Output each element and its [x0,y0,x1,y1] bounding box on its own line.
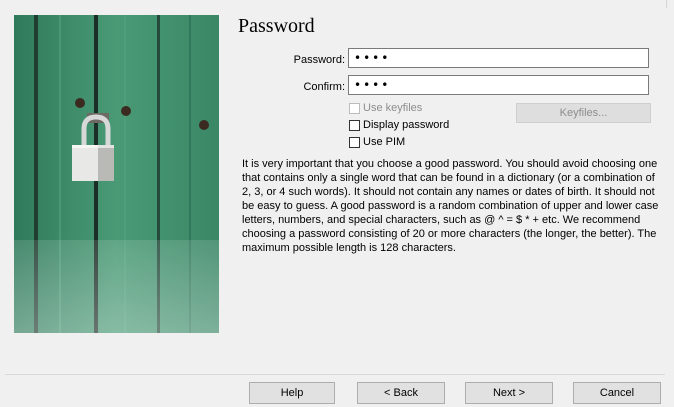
display-password-label[interactable]: Display password [363,119,449,131]
password-label: Password: [293,54,345,66]
help-button[interactable]: Help [249,382,335,404]
password-input[interactable]: •••• [348,48,649,68]
next-button[interactable]: Next > [465,382,553,404]
cancel-button[interactable]: Cancel [573,382,661,404]
wizard-window: Password Password: •••• Confirm: •••• Us… [0,0,674,407]
display-password-option[interactable]: Display password [349,118,449,132]
use-keyfiles-checkbox[interactable] [349,102,360,114]
use-pim-option[interactable]: Use PIM [349,135,405,149]
page-title: Password [238,15,315,37]
use-pim-label[interactable]: Use PIM [363,136,405,148]
back-button[interactable]: < Back [357,382,445,404]
window-edge [666,0,667,8]
use-pim-checkbox[interactable] [349,136,360,148]
keyfiles-button[interactable]: Keyfiles... [516,103,651,123]
footer-divider [5,374,665,375]
confirm-input[interactable]: •••• [348,75,649,95]
padlock-image [14,15,219,333]
use-keyfiles-option: Use keyfiles [349,101,422,115]
confirm-label: Confirm: [303,81,345,93]
password-advice-text: It is very important that you choose a g… [242,158,659,254]
display-password-checkbox[interactable] [349,119,360,131]
use-keyfiles-label: Use keyfiles [363,102,423,114]
